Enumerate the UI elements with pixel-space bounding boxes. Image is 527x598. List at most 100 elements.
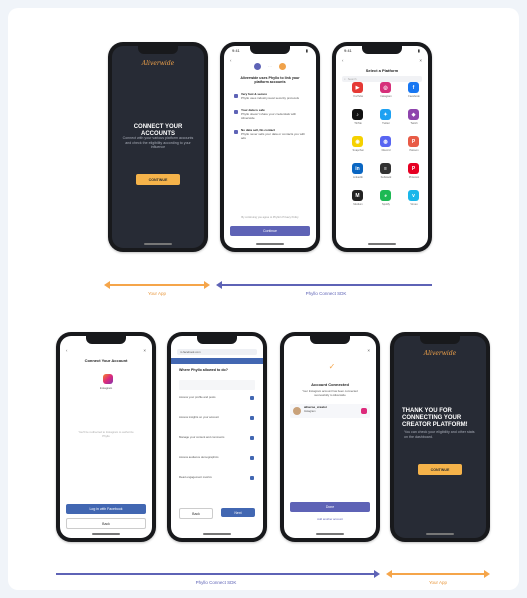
back-arrow-icon[interactable]: ‹: [342, 58, 344, 63]
platform-label: Pinterest: [408, 176, 420, 179]
platform-label: Facebook: [408, 95, 420, 98]
your-app-arrow-bottom: [386, 570, 490, 578]
status-time: 9:41: [232, 48, 240, 53]
back-arrow-icon[interactable]: ‹: [66, 348, 68, 353]
close-icon[interactable]: ×: [419, 58, 422, 63]
consent-item-text: Phyllo uses industry-level security prot…: [241, 96, 300, 100]
platform-medium-icon[interactable]: M: [352, 190, 363, 201]
your-app-label-bottom: Your App: [428, 580, 448, 585]
platform-tiktok-icon[interactable]: ♪: [352, 109, 363, 120]
platform-youtube-icon[interactable]: ▶: [352, 82, 363, 93]
permissions-heading: Where Phyllo allowed to do?: [179, 368, 228, 372]
done-button[interactable]: Done: [290, 502, 370, 512]
home-indicator: [144, 243, 172, 245]
browser-url-bar[interactable]: m.facebook.com: [177, 349, 257, 355]
instagram-icon: [103, 374, 113, 384]
select-platform-title: Select a Platform: [365, 68, 399, 73]
platform-discord-icon[interactable]: ◍: [380, 136, 391, 147]
permission-item: Access your profile and posts: [179, 395, 216, 399]
screen-body: Connect with your various platform accou…: [122, 136, 194, 150]
privacy-note: By continuing you agree to Phyllo's Priv…: [241, 216, 299, 219]
platform-patreon-icon[interactable]: P: [408, 136, 419, 147]
platform-twitch-icon[interactable]: ◆: [408, 109, 419, 120]
permission-checkbox[interactable]: [250, 416, 254, 420]
brand-logo: Aliverwide: [141, 60, 175, 67]
platform-spotify-icon[interactable]: ◕: [380, 190, 391, 201]
info-box: [179, 380, 255, 390]
secure-icon: [234, 94, 238, 98]
platform-substack-icon[interactable]: ≡: [380, 163, 391, 174]
sdk-arrow-bottom: [56, 570, 380, 578]
platform-instagram-icon[interactable]: ◎: [380, 82, 391, 93]
add-account-link[interactable]: Add another account: [284, 517, 376, 522]
platform-label: Twitch: [410, 122, 418, 125]
platform-label: Instagram: [380, 95, 392, 98]
platform-label: Medium: [353, 203, 363, 206]
permission-item: Access insights on your account: [179, 415, 219, 419]
sdk-label: Phyllo Connect SDK: [305, 291, 347, 296]
permission-item: Read engagement metrics: [179, 475, 212, 479]
platform-label: YouTube: [352, 95, 364, 98]
phone-connect-account: ‹ × Connect Your Account Instagram You'l…: [56, 332, 156, 542]
home-indicator: [426, 533, 454, 535]
phone-select-platform: 9:41 ▮ ‹ × Select a Platform ⌕ Search ▶ Yo…: [332, 42, 432, 252]
status-time: 9:41: [344, 48, 352, 53]
facebook-login-button[interactable]: Log in with Facebook: [66, 504, 146, 514]
back-button[interactable]: Back: [66, 518, 146, 529]
home-indicator: [203, 533, 231, 535]
platform-label: Discord: [381, 149, 391, 152]
home-indicator: [92, 533, 120, 535]
continue-button[interactable]: CONTINUE: [418, 464, 462, 475]
permission-checkbox[interactable]: [250, 436, 254, 440]
permission-checkbox[interactable]: [250, 476, 254, 480]
permission-checkbox[interactable]: [250, 396, 254, 400]
consent-item-text: Phyllo doesn't share your credentials wi…: [241, 112, 297, 120]
redirect-note: You'll be redirected to Instagram to aut…: [78, 430, 134, 438]
phyllo-logo-icon: [254, 62, 261, 70]
permissions-next-button[interactable]: Next: [221, 508, 255, 517]
search-placeholder: Search: [347, 77, 357, 81]
thank-you-title: THANK YOU FOR CONNECTING YOUR CREATOR PL…: [402, 408, 468, 428]
platform-pinterest-icon[interactable]: P: [408, 163, 419, 174]
home-indicator: [316, 533, 344, 535]
brand-logo: Aliverwide: [423, 350, 457, 357]
connected-title: Account Connected: [311, 382, 349, 387]
app-logo-icon: [279, 62, 286, 70]
platform-label: TikTok: [354, 122, 362, 125]
battery-icon: ▮: [305, 48, 308, 53]
close-icon[interactable]: ×: [143, 348, 146, 353]
instagram-icon: [361, 408, 367, 414]
account-platform: Instagram: [304, 410, 316, 413]
platform-twitter-icon[interactable]: ✦: [380, 109, 391, 120]
connected-account-row: aliverse_creator Instagram: [290, 404, 370, 418]
sdk-label-bottom: Phyllo Connect SDK: [195, 580, 237, 585]
platform-label: Patreon: [409, 149, 419, 152]
your-app-label: Your App: [147, 291, 167, 296]
permission-item: Manage your content and comments: [179, 435, 225, 439]
consent-heading: Aliverwide uses Phyllo to link your plat…: [240, 76, 300, 85]
platform-vimeo-icon[interactable]: v: [408, 190, 419, 201]
permission-checkbox[interactable]: [250, 456, 254, 460]
home-indicator: [256, 243, 284, 245]
lock-icon: [234, 130, 238, 134]
phone-account-connected: × ✓ Account Connected Your Instagram acc…: [280, 332, 380, 542]
platform-label: Vimeo: [410, 203, 418, 206]
facebook-header: [171, 358, 263, 364]
battery-icon: ▮: [417, 48, 420, 53]
continue-button[interactable]: CONTINUE: [136, 174, 180, 185]
platform-label: Spotify: [382, 203, 390, 206]
phone-permissions: m.facebook.com Where Phyllo allowed to d…: [167, 332, 267, 542]
permissions-back-button[interactable]: Back: [179, 508, 213, 519]
close-icon[interactable]: ×: [367, 348, 370, 353]
shield-icon: [234, 110, 238, 114]
phone-connect-accounts: Aliverwide CONNECT YOUR ACCOUNTS Connect…: [108, 42, 208, 252]
consent-continue-button[interactable]: Continue: [230, 226, 310, 236]
back-arrow-icon[interactable]: ‹: [230, 58, 232, 63]
platform-facebook-icon[interactable]: f: [408, 82, 419, 93]
platform-snapchat-icon[interactable]: ◉: [352, 136, 363, 147]
phone-thank-you: Aliverwide THANK YOU FOR CONNECTING YOUR…: [390, 332, 490, 542]
platform-linkedin-icon[interactable]: in: [352, 163, 363, 174]
platform-name: Instagram: [99, 386, 113, 390]
phone-consent: 9:41 ▮ ‹ ··· Aliverwide uses Phyllo to li…: [220, 42, 320, 252]
avatar: [293, 407, 301, 415]
